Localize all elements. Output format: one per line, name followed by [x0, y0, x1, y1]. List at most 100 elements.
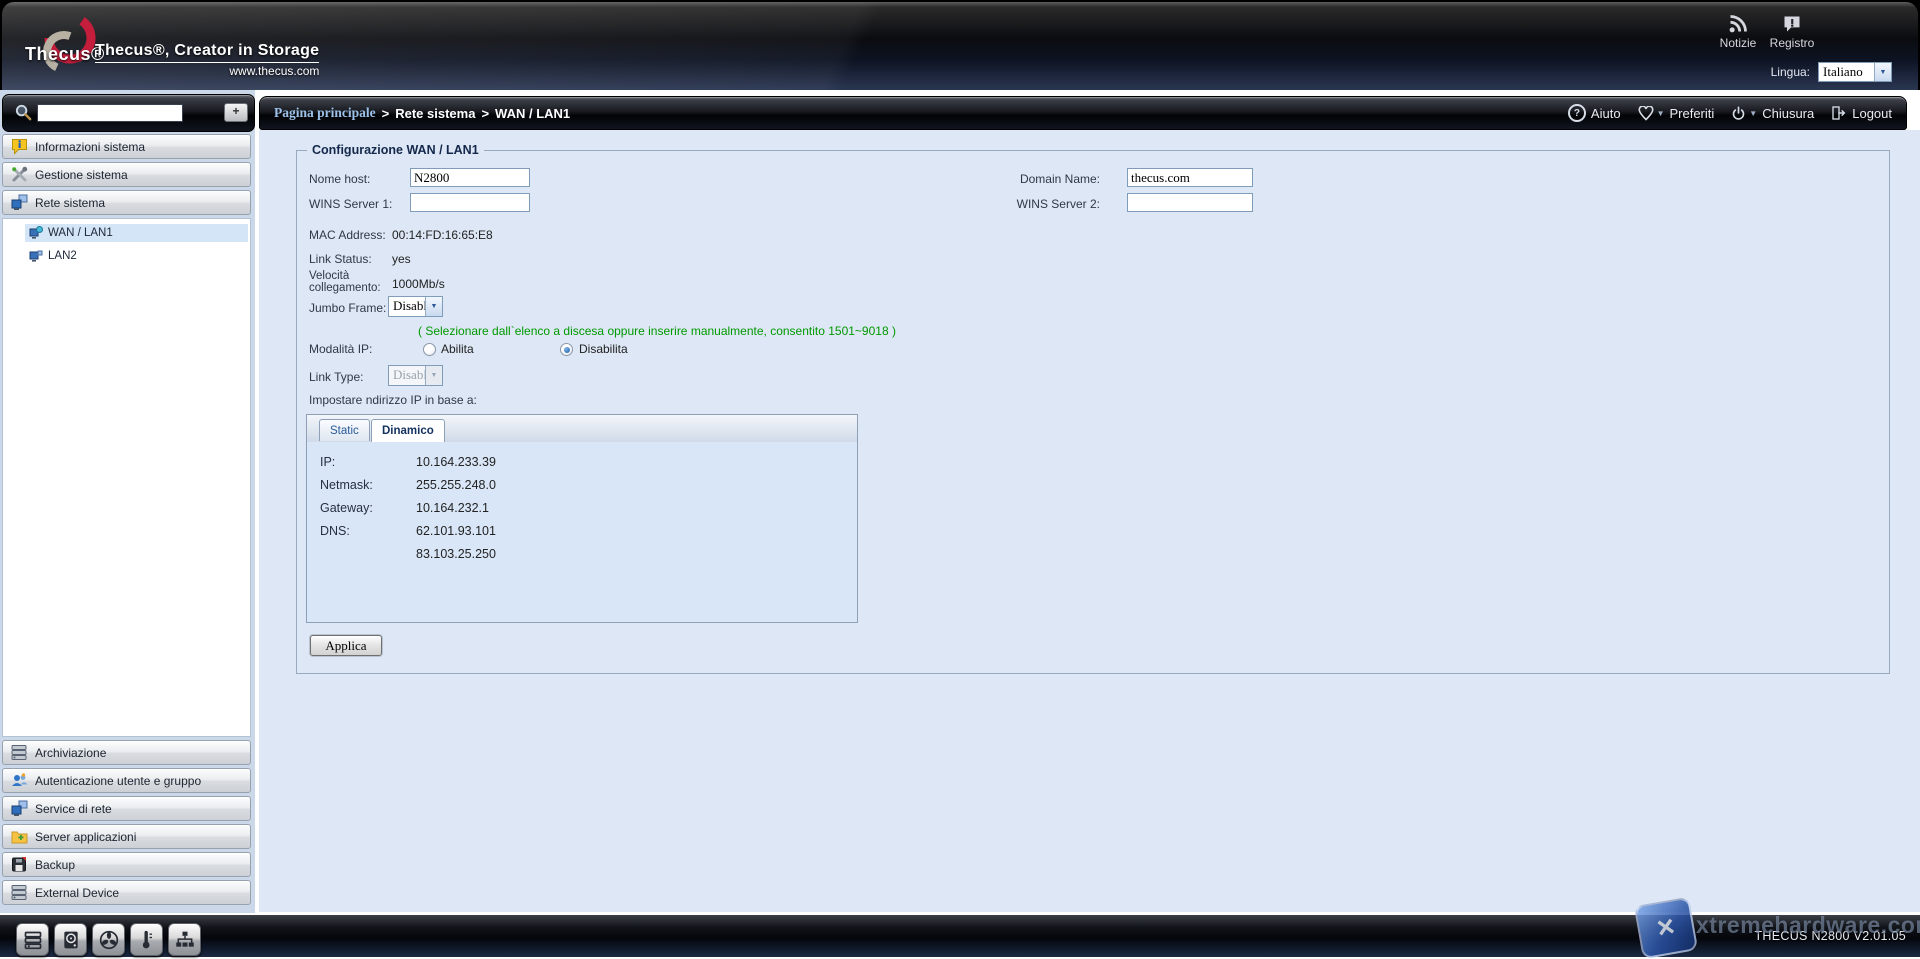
app-folder-icon: [11, 828, 28, 845]
help-label: Aiuto: [1591, 106, 1621, 121]
link-speed-label: Velocità collegamento:: [309, 271, 397, 294]
power-icon: [1731, 106, 1746, 121]
storage-stack-icon: [11, 744, 28, 761]
language-label: Lingua:: [1771, 65, 1810, 79]
status-bar: THECUS N2800 V2.01.05: [0, 913, 1920, 957]
thecus-logo-swirl-icon: [40, 8, 100, 78]
sidebar-item-server-applicazioni[interactable]: Server applicazioni: [2, 824, 251, 849]
sidebar-item-informazioni-sistema[interactable]: Informazioni sistema: [2, 134, 251, 159]
dns-value: 62.101.93.101: [416, 524, 496, 538]
sidebar-item-service-di-rete[interactable]: Service di rete: [2, 796, 251, 821]
chat-bubble-icon: [1782, 14, 1802, 34]
sidebar-item-label: Autenticazione utente e gruppo: [35, 774, 201, 788]
sidebar-item-label: Rete sistema: [35, 196, 105, 210]
wins-server2-input[interactable]: [1127, 193, 1253, 212]
shutdown-button[interactable]: ▼ Chiusura: [1731, 106, 1814, 121]
logout-button[interactable]: Logout: [1831, 105, 1892, 121]
tree-item-wan-lan1[interactable]: WAN / LAN1: [25, 224, 248, 242]
register-button[interactable]: Registro: [1768, 14, 1816, 50]
brand-tagline-block: Thecus®, Creator in Storage www.thecus.c…: [95, 42, 319, 63]
wan-port-icon: [29, 226, 43, 240]
help-icon: [1568, 104, 1586, 122]
sidebar-item-autenticazione[interactable]: Autenticazione utente e gruppo: [2, 768, 251, 793]
favorites-label: Preferiti: [1669, 106, 1714, 121]
tools-icon: [11, 166, 28, 183]
sidebar-search-bar: +: [2, 94, 255, 132]
sidebar-item-label: Archiviazione: [35, 746, 106, 760]
breadcrumb-current: WAN / LAN1: [495, 106, 570, 121]
heart-icon: [1638, 106, 1654, 121]
sidebar-item-label: Server applicazioni: [35, 830, 136, 844]
apply-button[interactable]: Applica: [310, 635, 382, 656]
nome-host-input[interactable]: [410, 168, 530, 187]
domain-name-label: Domain Name:: [860, 172, 1100, 186]
nome-host-label: Nome host:: [309, 172, 370, 186]
temperature-status-button[interactable]: [130, 923, 163, 956]
chevron-down-icon[interactable]: ▼: [425, 297, 442, 316]
wins-server1-input[interactable]: [410, 193, 530, 212]
tree-item-label: LAN2: [48, 250, 77, 262]
jumbo-frame-select[interactable]: Disable ▼: [388, 296, 443, 317]
sidebar-item-external-device[interactable]: External Device: [2, 880, 251, 905]
sidebar-item-gestione-sistema[interactable]: Gestione sistema: [2, 162, 251, 187]
wins-server1-label: WINS Server 1:: [309, 197, 392, 211]
breadcrumb-bar: Pagina principale > Rete sistema > WAN /…: [259, 96, 1907, 130]
news-button[interactable]: Notizie: [1714, 14, 1762, 50]
register-label: Registro: [1770, 36, 1815, 50]
ip-mode-disabilita-label: Disabilita: [579, 342, 628, 356]
wins-server2-label: WINS Server 2:: [860, 197, 1100, 211]
search-expand-button[interactable]: +: [224, 103, 248, 122]
info-bubble-icon: [11, 138, 28, 155]
ip-tabs-header: Static Dinamico: [307, 415, 857, 443]
breadcrumb: Pagina principale > Rete sistema > WAN /…: [274, 105, 570, 121]
favorites-button[interactable]: ▼ Preferiti: [1638, 106, 1715, 121]
news-label: Notizie: [1720, 36, 1757, 50]
help-button[interactable]: Aiuto: [1568, 104, 1621, 122]
tab-static[interactable]: Static: [319, 419, 370, 441]
sidebar-item-backup[interactable]: Backup: [2, 852, 251, 877]
fan-icon: [99, 930, 119, 950]
dns2-value: 83.103.25.250: [416, 547, 496, 561]
ip-mode-disabilita-radio[interactable]: [560, 343, 573, 356]
mac-address-value: 00:14:FD:16:65:E8: [392, 228, 493, 242]
sidebar-item-label: External Device: [35, 886, 119, 900]
tree-item-label: WAN / LAN1: [48, 227, 113, 239]
dns-label: DNS:: [320, 524, 350, 538]
tab-dinamico[interactable]: Dinamico: [371, 419, 445, 442]
gateway-label: Gateway:: [320, 501, 373, 515]
sidebar-item-label: Gestione sistema: [35, 168, 128, 182]
fan-status-button[interactable]: [92, 923, 125, 956]
ip-info-panel: IP: 10.164.233.39 Netmask: 255.255.248.0…: [307, 442, 857, 622]
jumbo-frame-select-value: Disable: [389, 297, 425, 316]
sidebar-item-rete-sistema[interactable]: Rete sistema: [2, 190, 251, 215]
language-select[interactable]: Italiano ▼: [1818, 62, 1892, 82]
logout-label: Logout: [1852, 106, 1892, 121]
search-icon: [14, 103, 33, 122]
app-header: Thecus® Thecus®, Creator in Storage www.…: [0, 0, 1920, 90]
ip-label: IP:: [320, 455, 335, 469]
gateway-value: 10.164.232.1: [416, 501, 489, 515]
chevron-down-icon: ▼: [1749, 109, 1757, 118]
breadcrumb-home-link[interactable]: Pagina principale: [274, 105, 376, 121]
netmask-label: Netmask:: [320, 478, 373, 492]
network-icon: [11, 194, 28, 211]
domain-name-input[interactable]: [1127, 168, 1253, 187]
shutdown-label: Chiusura: [1762, 106, 1814, 121]
server-status-button[interactable]: [16, 923, 49, 956]
chevron-down-icon[interactable]: ▼: [1874, 63, 1891, 81]
logout-icon: [1831, 105, 1847, 121]
wan-lan1-config-panel: Configurazione WAN / LAN1 Nome host: Dom…: [296, 150, 1890, 674]
users-icon: [11, 772, 28, 789]
network-status-button[interactable]: [168, 923, 201, 956]
tree-item-lan2[interactable]: LAN2: [25, 247, 248, 265]
lan-port-icon: [29, 249, 43, 263]
sidebar-search-input[interactable]: [37, 104, 183, 122]
chevron-down-icon: ▼: [425, 366, 442, 385]
sidebar-item-archiviazione[interactable]: Archiviazione: [2, 740, 251, 765]
chevron-down-icon: ▼: [1657, 109, 1665, 118]
link-speed-value: 1000Mb/s: [392, 277, 445, 291]
network-tree-icon: [175, 930, 195, 950]
temperature-icon: [137, 930, 157, 950]
ip-mode-abilita-radio[interactable]: [423, 343, 436, 356]
disk-status-button[interactable]: [54, 923, 87, 956]
